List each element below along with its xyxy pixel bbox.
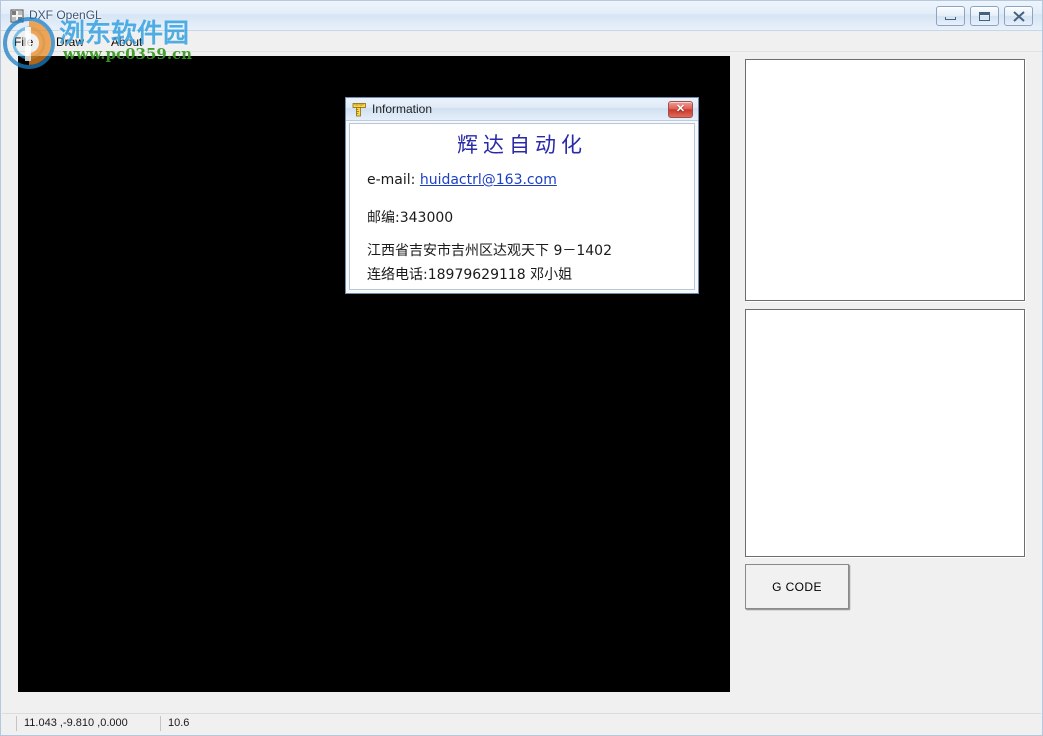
gcode-output-box[interactable] bbox=[745, 309, 1025, 557]
status-divider bbox=[160, 716, 161, 731]
status-divider bbox=[16, 716, 17, 731]
email-row: e-mail: huidactrl@163.com bbox=[367, 172, 557, 188]
ruler-icon bbox=[352, 102, 367, 117]
dialog-title: Information bbox=[372, 102, 433, 116]
address-line: 江西省吉安市吉州区达观天下 9－1402 bbox=[367, 243, 612, 259]
gcode-button-label: G CODE bbox=[772, 579, 822, 594]
window-titlebar[interactable]: DXF OpenGL bbox=[1, 1, 1042, 31]
close-icon bbox=[1005, 7, 1032, 25]
dialog-titlebar[interactable]: Information ✕ bbox=[346, 98, 698, 121]
phone-line: 连络电话:18979629118 邓小姐 bbox=[367, 267, 573, 283]
dxf-app-icon bbox=[9, 8, 25, 24]
menu-bar: File Draw About bbox=[1, 31, 1042, 52]
email-link[interactable]: huidactrl@163.com bbox=[420, 172, 557, 188]
postal-code-line: 邮编:343000 bbox=[367, 210, 454, 226]
maximize-button[interactable] bbox=[970, 6, 999, 26]
menu-item-draw[interactable]: Draw bbox=[49, 34, 91, 50]
maximize-icon bbox=[971, 7, 998, 25]
gcode-button[interactable]: G CODE bbox=[745, 564, 849, 609]
dialog-body: 辉达自动化 e-mail: huidactrl@163.com 邮编:34300… bbox=[349, 123, 695, 290]
minimize-icon bbox=[937, 7, 964, 25]
company-heading: 辉达自动化 bbox=[457, 133, 587, 157]
status-coordinates: 11.043 ,-9.810 ,0.000 bbox=[24, 717, 128, 729]
close-button[interactable] bbox=[1004, 6, 1033, 26]
minimize-button[interactable] bbox=[936, 6, 965, 26]
information-dialog: Information ✕ 辉达自动化 e-mail: huidactrl@16… bbox=[345, 97, 699, 294]
menu-item-about[interactable]: About bbox=[104, 34, 149, 50]
entity-list-box[interactable] bbox=[745, 59, 1025, 301]
email-label: e-mail: bbox=[367, 172, 420, 188]
close-icon: ✕ bbox=[675, 103, 686, 115]
status-bar: 11.043 ,-9.810 ,0.000 10.6 bbox=[2, 713, 1041, 733]
dialog-close-button[interactable]: ✕ bbox=[668, 101, 693, 118]
application-window: DXF OpenGL File Draw About G CODE 11.043… bbox=[0, 0, 1043, 736]
menu-item-file[interactable]: File bbox=[7, 34, 40, 50]
status-zoom-value: 10.6 bbox=[168, 717, 190, 729]
window-title: DXF OpenGL bbox=[29, 8, 102, 22]
